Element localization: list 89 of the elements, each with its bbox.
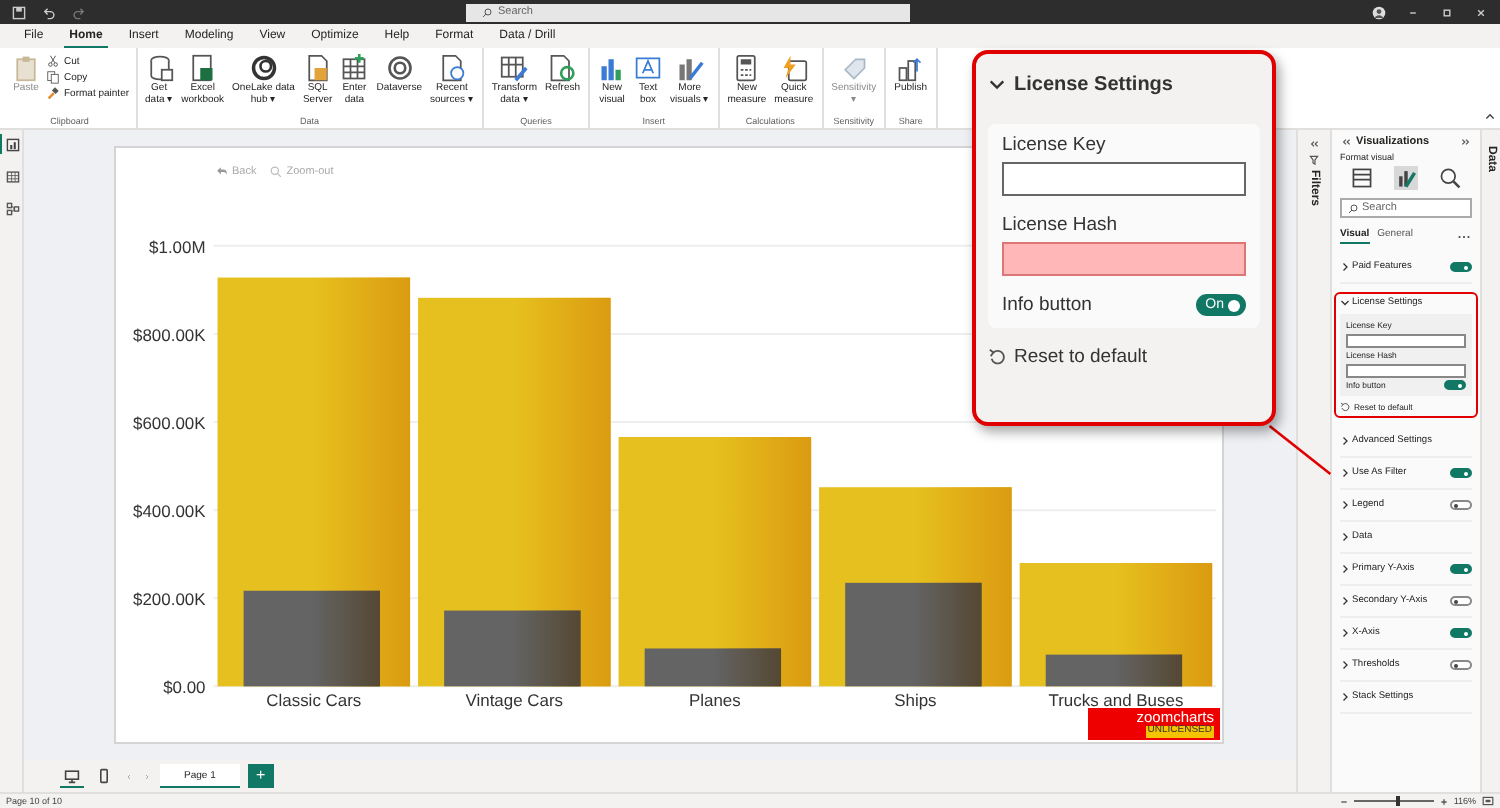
document-icon (303, 54, 332, 82)
collapse-left-icon[interactable] (1340, 136, 1352, 148)
toggle-switch[interactable] (1450, 660, 1472, 670)
toggle-switch[interactable] (1450, 564, 1472, 574)
search-icon (1348, 203, 1358, 213)
calculator-icon (732, 54, 761, 82)
field-label: License Hash (1002, 214, 1120, 236)
save-icon[interactable] (12, 5, 26, 19)
axis-label: $1.00M (149, 236, 206, 257)
slider-thumb[interactable] (1395, 796, 1400, 807)
text-field[interactable] (1002, 242, 1246, 276)
scissors-icon (46, 54, 60, 68)
lightning-calculator-icon (779, 54, 808, 82)
reset-icon (988, 348, 1006, 366)
ring-icon (385, 54, 414, 82)
table-icon (340, 54, 369, 82)
chevron-icon (1340, 500, 1350, 510)
close-icon[interactable] (1474, 5, 1488, 19)
copy-icon (46, 70, 60, 84)
axis-label: $0.00 (163, 677, 206, 698)
category-label: Planes (688, 690, 741, 711)
chevron-icon (1340, 298, 1350, 308)
model-icon (5, 201, 19, 215)
desktop-view-button[interactable] (60, 764, 84, 788)
connector-line (1268, 424, 1332, 476)
add-page-button[interactable]: + (247, 764, 274, 788)
chevron-icon (1340, 532, 1350, 542)
reset-icon (1340, 402, 1350, 412)
collapse-right-icon[interactable] (1460, 136, 1472, 148)
restore-icon[interactable] (1440, 5, 1454, 19)
fit-page-icon[interactable] (1482, 796, 1494, 806)
category-label: Ships (894, 690, 937, 711)
zoom-out-icon[interactable] (1339, 797, 1348, 805)
category-label: Classic Cars (266, 690, 362, 711)
axis-label: $200.00K (133, 589, 206, 610)
expand-icon (1308, 138, 1320, 150)
text-field[interactable] (1346, 363, 1466, 377)
table-pencil-icon (500, 54, 529, 82)
field-label: License Key (1002, 134, 1108, 156)
toggle-label: Info button (1002, 294, 1092, 316)
search-icon (482, 7, 492, 17)
section-header[interactable]: License Settings (988, 54, 1260, 114)
axis-label: $400.00K (133, 500, 206, 521)
filter-icon (1308, 154, 1320, 166)
axis-label: $800.00K (133, 324, 206, 345)
table-icon (5, 169, 19, 183)
swirl-icon (249, 54, 278, 82)
phone-icon (96, 767, 112, 783)
text-field[interactable] (1002, 162, 1246, 196)
tag-icon (839, 54, 868, 82)
table-build-icon[interactable] (1350, 166, 1374, 190)
clipboard-icon (12, 54, 40, 82)
toggle-switch[interactable] (1444, 380, 1466, 390)
database-icon (145, 54, 174, 82)
report-icon (5, 137, 19, 151)
toggle-switch[interactable] (1450, 596, 1472, 606)
toggle-switch[interactable] (1450, 500, 1472, 510)
redo-icon[interactable] (72, 5, 86, 19)
zoom-in-icon[interactable] (1439, 797, 1448, 805)
upload-icon (896, 54, 925, 82)
chevron-icon (988, 75, 1006, 93)
category-label: Trucks and Buses (1048, 690, 1184, 711)
text-box-icon (634, 54, 663, 82)
bar-chart-icon (598, 54, 627, 82)
magnifier-icon (270, 165, 283, 178)
back-arrow-icon (216, 165, 228, 178)
undo-icon[interactable] (42, 5, 56, 19)
chevron-icon (1340, 660, 1350, 670)
toggle-switch[interactable] (1450, 628, 1472, 638)
category-label: Vintage Cars (465, 690, 564, 711)
chevron-icon (1340, 628, 1350, 638)
avatar-icon[interactable] (1372, 5, 1386, 19)
toggle-switch[interactable] (1450, 262, 1472, 272)
text-field[interactable] (1346, 333, 1466, 347)
chevron-icon (1340, 262, 1350, 272)
chevron-icon (1340, 692, 1350, 702)
chevron-icon (1340, 436, 1350, 446)
chevron-icon (1340, 468, 1350, 478)
spreadsheet-icon (188, 54, 217, 82)
monitor-icon (64, 767, 80, 783)
reset-button[interactable]: Reset to default (988, 346, 1260, 368)
chevron-icon (1340, 564, 1350, 574)
toggle-switch[interactable] (1450, 468, 1472, 478)
chevron-icon (1340, 596, 1350, 606)
axis-label: $600.00K (133, 412, 206, 433)
brush-icon (46, 86, 60, 100)
collapse-icon[interactable] (1484, 110, 1496, 122)
chart-pencil-icon (675, 54, 704, 82)
paintbrush-chart-icon[interactable] (1394, 166, 1418, 190)
